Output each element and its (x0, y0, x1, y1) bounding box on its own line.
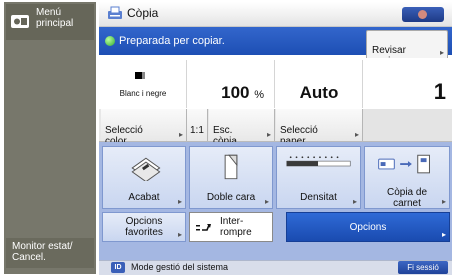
settings-tabs: Selecció color ▸ 1:1 Esc. còpia ▸ Selecc… (99, 109, 452, 147)
copies-display: 1 (363, 60, 452, 108)
options-button[interactable]: Opcions ▸ (286, 212, 450, 242)
status-monitor-button[interactable]: Monitor estat/ Cancel. (6, 238, 94, 268)
chevron-icon: ▸ (441, 230, 446, 239)
id-card-copy-button[interactable]: Còpia de carnet ▸ (364, 146, 450, 209)
interrupt-label: Inter- rompre (220, 216, 252, 238)
select-color-button[interactable]: Selecció color ▸ (101, 109, 187, 147)
system-management-mode-text: Mode gestió del sistema (131, 262, 229, 272)
stop-button[interactable] (402, 7, 444, 22)
favorite-settings-button[interactable]: Opcions favorites ▸ (102, 212, 186, 242)
color-mode-value: Blanc i negre (119, 89, 167, 98)
copy-ratio-button[interactable]: Esc. còpia ▸ (209, 109, 275, 147)
finishing-label: Acabat (128, 192, 160, 203)
ratio-unit: % (254, 89, 264, 101)
ratio-display: 100 % (187, 60, 275, 108)
select-paper-button[interactable]: Selecció paper ▸ (276, 109, 363, 147)
chevron-icon: ▸ (177, 230, 182, 239)
chevron-icon: ▸ (178, 130, 183, 139)
chevron-icon: ▸ (266, 130, 271, 139)
page-title: Còpia (127, 6, 159, 20)
copy-screen: Menú principal Monitor estat/ Cancel. Cò… (0, 0, 454, 275)
status-bar: Preparada per copiar. Revisar opcions ▸ (99, 27, 452, 67)
two-sided-icon (224, 154, 238, 180)
paper-value: Auto (299, 83, 339, 102)
chevron-icon: ▸ (354, 130, 359, 139)
ratio-1-1-button[interactable]: 1:1 (187, 109, 208, 141)
stop-icon (418, 10, 427, 19)
ratio-value: 100 (221, 83, 250, 102)
paper-display: Auto (275, 60, 363, 108)
settings-summary: Blanc i negre 100 % Auto 1 (99, 58, 452, 111)
two-sided-label: Doble cara (206, 192, 256, 203)
favorite-settings-label: Opcions favorites (125, 216, 163, 238)
id-card-copy-label: Còpia de carnet (386, 187, 428, 209)
title-bar: Còpia (99, 2, 452, 27)
options-label: Opcions (349, 222, 387, 233)
main-menu-button[interactable]: Menú principal (6, 4, 94, 40)
chevron-icon: ▸ (177, 197, 182, 206)
density-button[interactable]: Densitat ▸ (276, 146, 361, 209)
two-sided-button[interactable]: Doble cara ▸ (189, 146, 273, 209)
id-card-icon (378, 154, 430, 174)
black-swatch-icon (135, 72, 142, 79)
status-message: Preparada per copiar. (119, 35, 225, 47)
function-area: Acabat ▸ Doble cara ▸ Densitat ▸ Còpia d… (99, 142, 452, 260)
chevron-icon: ▸ (441, 197, 446, 206)
density-icon (286, 156, 351, 167)
left-rail: Menú principal Monitor estat/ Cancel. (4, 2, 96, 274)
finishing-button[interactable]: Acabat ▸ (102, 146, 186, 209)
id-badge-icon: ID (111, 262, 125, 273)
ratio-1-1-label: 1:1 (190, 125, 204, 136)
interrupt-button[interactable]: Inter- rompre (189, 212, 273, 242)
review-options-button[interactable]: Revisar opcions ▸ (366, 30, 448, 67)
interrupt-icon (196, 224, 211, 231)
chevron-icon: ▸ (352, 197, 357, 206)
finishing-icon (131, 157, 161, 181)
empty-tab-slot (363, 109, 452, 141)
ready-indicator-icon (105, 36, 115, 46)
logout-button[interactable]: Fi sessió (398, 261, 448, 274)
copies-value: 1 (433, 79, 446, 104)
bottom-bar: ID Mode gestió del sistema Fi sessió (99, 260, 452, 275)
density-label: Densitat (300, 192, 337, 203)
chevron-icon: ▸ (439, 48, 444, 57)
copy-icon (108, 6, 122, 19)
chevron-icon: ▸ (264, 197, 269, 206)
copy-panel: Còpia Preparada per copiar. Revisar opci… (99, 2, 452, 275)
color-mode-display: Blanc i negre (99, 60, 187, 108)
main-menu-icon (11, 15, 29, 28)
gray-swatch-icon (142, 72, 145, 79)
main-menu-label: Menú principal (36, 7, 74, 29)
